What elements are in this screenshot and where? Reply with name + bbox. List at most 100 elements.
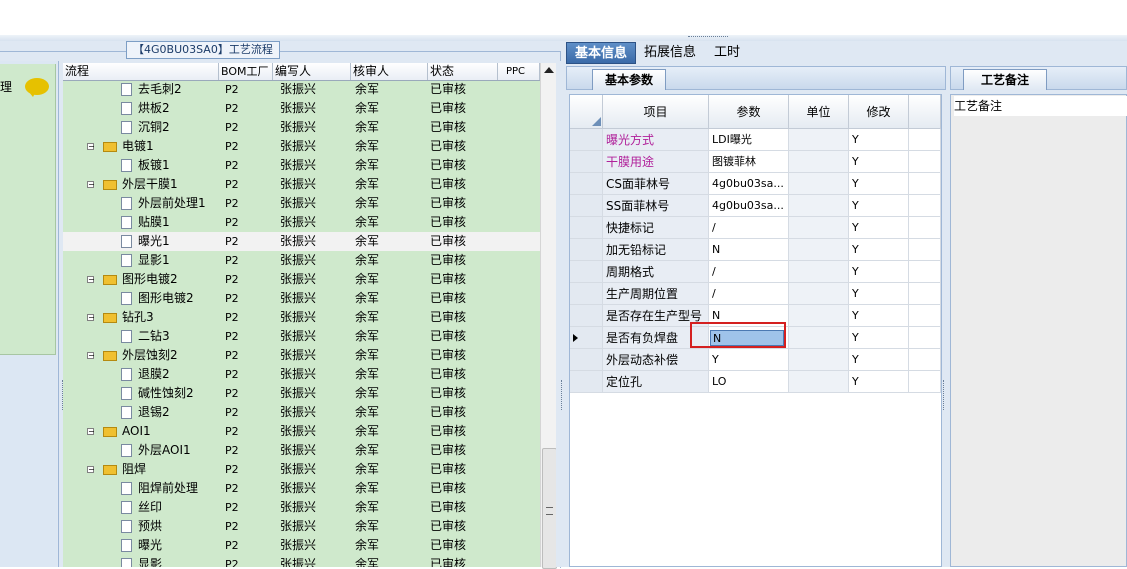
table-row[interactable]: 预烘 P2 张振兴 余军 已审核 <box>63 517 540 536</box>
param-modify-cell[interactable]: Y <box>849 195 909 217</box>
table-row[interactable]: 阻焊前处理 P2 张振兴 余军 已审核 <box>63 479 540 498</box>
param-modify-cell[interactable]: Y <box>849 349 909 371</box>
table-row[interactable]: 退锡2 P2 张振兴 余军 已审核 <box>63 403 540 422</box>
chat-bubble-icon[interactable] <box>25 78 49 97</box>
param-unit-cell[interactable] <box>789 349 849 371</box>
param-row[interactable]: 加无铅标记 N Y <box>570 239 941 261</box>
param-value-cell[interactable]: Y <box>709 349 789 371</box>
table-row[interactable]: 贴膜1 P2 张振兴 余军 已审核 <box>63 213 540 232</box>
table-row[interactable]: − 电镀1 P2 张振兴 余军 已审核 <box>63 137 540 156</box>
row-indicator[interactable] <box>570 195 603 217</box>
table-row[interactable]: − 图形电镀2 P2 张振兴 余军 已审核 <box>63 270 540 289</box>
row-indicator[interactable] <box>570 239 603 261</box>
row-indicator[interactable] <box>570 217 603 239</box>
tab-process-remarks[interactable]: 工艺备注 <box>963 69 1047 90</box>
col-header-status[interactable]: 状态 <box>428 63 498 80</box>
table-row[interactable]: 退膜2 P2 张振兴 余军 已审核 <box>63 365 540 384</box>
row-indicator[interactable] <box>570 173 603 195</box>
param-row[interactable]: 曝光方式 LDI曝光 Y <box>570 129 941 151</box>
process-grid-scrollbar[interactable] <box>540 63 557 569</box>
param-unit-cell[interactable] <box>789 217 849 239</box>
row-indicator[interactable] <box>570 129 603 151</box>
param-modify-cell[interactable]: Y <box>849 371 909 393</box>
tab-basic-info[interactable]: 基本信息 <box>566 42 636 64</box>
param-modify-cell[interactable]: Y <box>849 283 909 305</box>
col-header-flow[interactable]: 流程 <box>63 63 219 80</box>
param-row[interactable]: 定位孔 LO Y <box>570 371 941 393</box>
param-modify-cell[interactable]: Y <box>849 129 909 151</box>
param-unit-cell[interactable] <box>789 305 849 327</box>
remarks-content[interactable] <box>950 94 1127 567</box>
row-indicator[interactable] <box>570 261 603 283</box>
table-row[interactable]: 曝光1 P2 张振兴 余军 已审核 <box>63 232 540 251</box>
table-row[interactable]: 板镀1 P2 张振兴 余军 已审核 <box>63 156 540 175</box>
table-row[interactable]: − 钻孔3 P2 张振兴 余军 已审核 <box>63 308 540 327</box>
collapse-icon[interactable]: − <box>87 181 95 189</box>
collapse-icon[interactable]: − <box>87 466 95 474</box>
collapse-icon[interactable]: − <box>87 276 95 284</box>
param-value-cell[interactable]: / <box>709 217 789 239</box>
row-indicator[interactable] <box>570 305 603 327</box>
param-unit-cell[interactable] <box>789 261 849 283</box>
param-value-cell[interactable]: 图镀菲林 <box>709 151 789 173</box>
param-unit-cell[interactable] <box>789 151 849 173</box>
table-row[interactable]: 外层前处理1 P2 张振兴 余军 已审核 <box>63 194 540 213</box>
collapse-icon[interactable]: − <box>87 352 95 360</box>
col-header-unit[interactable]: 单位 <box>789 95 849 129</box>
scroll-thumb[interactable] <box>542 448 557 569</box>
param-modify-cell[interactable]: Y <box>849 217 909 239</box>
param-value-cell[interactable]: 4g0bu03sa... <box>709 173 789 195</box>
param-unit-cell[interactable] <box>789 371 849 393</box>
param-unit-cell[interactable] <box>789 195 849 217</box>
table-row[interactable]: − 阻焊 P2 张振兴 余军 已审核 <box>63 460 540 479</box>
row-indicator[interactable] <box>570 151 603 173</box>
table-row[interactable]: 碱性蚀刻2 P2 张振兴 余军 已审核 <box>63 384 540 403</box>
col-header-modify[interactable]: 修改 <box>849 95 909 129</box>
col-header-writer[interactable]: 编写人 <box>273 63 351 80</box>
param-unit-cell[interactable] <box>789 173 849 195</box>
table-row[interactable]: 烘板2 P2 张振兴 余军 已审核 <box>63 99 540 118</box>
param-value-cell[interactable]: LDI曝光 <box>709 129 789 151</box>
param-row[interactable]: 快捷标记 / Y <box>570 217 941 239</box>
table-row[interactable]: − 外层干膜1 P2 张振兴 余军 已审核 <box>63 175 540 194</box>
param-modify-cell[interactable]: Y <box>849 151 909 173</box>
table-row[interactable]: 丝印 P2 张振兴 余军 已审核 <box>63 498 540 517</box>
param-unit-cell[interactable] <box>789 283 849 305</box>
scroll-up-icon[interactable] <box>544 67 554 73</box>
param-row[interactable]: 周期格式 / Y <box>570 261 941 283</box>
param-modify-cell[interactable]: Y <box>849 305 909 327</box>
param-row[interactable]: 外层动态补偿 Y Y <box>570 349 941 371</box>
col-header-bom[interactable]: BOM工厂 <box>219 63 273 80</box>
table-row[interactable]: 曝光 P2 张振兴 余军 已审核 <box>63 536 540 555</box>
table-row[interactable]: 图形电镀2 P2 张振兴 余军 已审核 <box>63 289 540 308</box>
table-row[interactable]: 显影 P2 张振兴 余军 已审核 <box>63 555 540 567</box>
param-unit-cell[interactable] <box>789 327 849 349</box>
col-header-ppc[interactable]: PPC <box>498 63 540 80</box>
table-row[interactable]: 沉铜2 P2 张振兴 余军 已审核 <box>63 118 540 137</box>
table-row[interactable]: 显影1 P2 张振兴 余军 已审核 <box>63 251 540 270</box>
table-row[interactable]: − 外层蚀刻2 P2 张振兴 余军 已审核 <box>63 346 540 365</box>
table-row[interactable]: 外层AOI1 P2 张振兴 余军 已审核 <box>63 441 540 460</box>
tab-man-hours[interactable]: 工时 <box>706 42 756 64</box>
param-unit-cell[interactable] <box>789 239 849 261</box>
subtab-basic-params[interactable]: 基本参数 <box>592 69 666 90</box>
table-row[interactable]: 去毛刺2 P2 张振兴 余军 已审核 <box>63 80 540 99</box>
row-indicator[interactable] <box>570 327 603 349</box>
row-indicator[interactable] <box>570 371 603 393</box>
param-modify-cell[interactable]: Y <box>849 327 909 349</box>
param-modify-cell[interactable]: Y <box>849 261 909 283</box>
row-indicator[interactable] <box>570 349 603 371</box>
param-value-cell[interactable]: N <box>709 239 789 261</box>
col-header-reviewer[interactable]: 核审人 <box>351 63 428 80</box>
collapse-icon[interactable]: − <box>87 428 95 436</box>
table-row[interactable]: 二钻3 P2 张振兴 余军 已审核 <box>63 327 540 346</box>
collapse-icon[interactable]: − <box>87 314 95 322</box>
table-row[interactable]: − AOI1 P2 张振兴 余军 已审核 <box>63 422 540 441</box>
collapse-icon[interactable]: − <box>87 143 95 151</box>
row-indicator[interactable] <box>570 283 603 305</box>
param-value-cell[interactable]: 4g0bu03sa... <box>709 195 789 217</box>
param-row[interactable]: CS面菲林号 4g0bu03sa... Y <box>570 173 941 195</box>
col-header-item[interactable]: 项目 <box>603 95 709 129</box>
param-value-cell[interactable]: LO <box>709 371 789 393</box>
param-row[interactable]: 干膜用途 图镀菲林 Y <box>570 151 941 173</box>
